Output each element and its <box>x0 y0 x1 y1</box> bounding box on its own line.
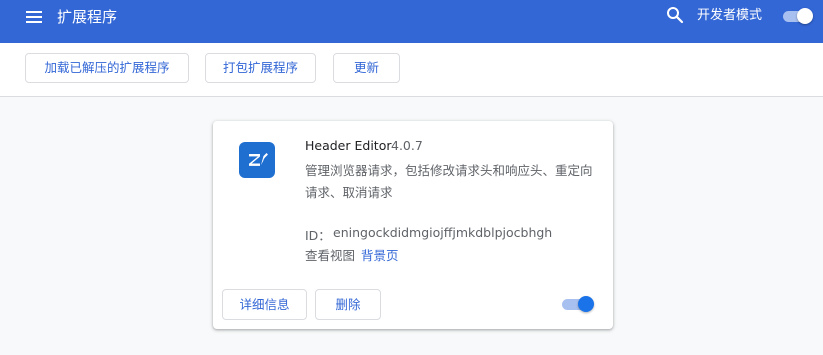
top-bar: 扩展程序 开发者模式 <box>0 0 823 43</box>
extension-enable-toggle[interactable] <box>562 296 594 312</box>
update-button[interactable]: 更新 <box>333 53 400 83</box>
extension-version: 4.0.7 <box>391 138 423 153</box>
extension-description: 管理浏览器请求，包括修改请求头和响应头、重定向请求、取消请求 <box>305 163 593 200</box>
page-title: 扩展程序 <box>57 8 118 26</box>
extension-id: eningockdidmgiojffjmkdblpjocbhgh <box>333 225 553 240</box>
toggle-knob <box>578 296 594 312</box>
pack-extension-button[interactable]: 打包扩展程序 <box>205 53 316 83</box>
header-editor-pencil-icon <box>239 142 275 178</box>
search-icon[interactable] <box>666 6 684 24</box>
extension-name: Header Editor <box>305 138 392 153</box>
background-page-link[interactable]: 背景页 <box>361 245 399 264</box>
toolbar: 加载已解压的扩展程序 打包扩展程序 更新 <box>0 43 823 97</box>
extension-id-label: ID： <box>305 228 331 243</box>
load-unpacked-button[interactable]: 加载已解压的扩展程序 <box>25 53 189 83</box>
developer-mode-label: 开发者模式 <box>697 8 763 23</box>
toggle-knob <box>797 8 813 24</box>
developer-mode-toggle[interactable] <box>781 8 813 24</box>
inspect-views-label: 查看视图 <box>305 248 356 263</box>
extension-card: Header Editor 4.0.7 管理浏览器请求，包括修改请求头和响应头、… <box>213 121 613 329</box>
remove-button[interactable]: 删除 <box>315 289 381 320</box>
details-button[interactable]: 详细信息 <box>222 289 307 320</box>
hamburger-menu-icon[interactable] <box>26 9 44 25</box>
